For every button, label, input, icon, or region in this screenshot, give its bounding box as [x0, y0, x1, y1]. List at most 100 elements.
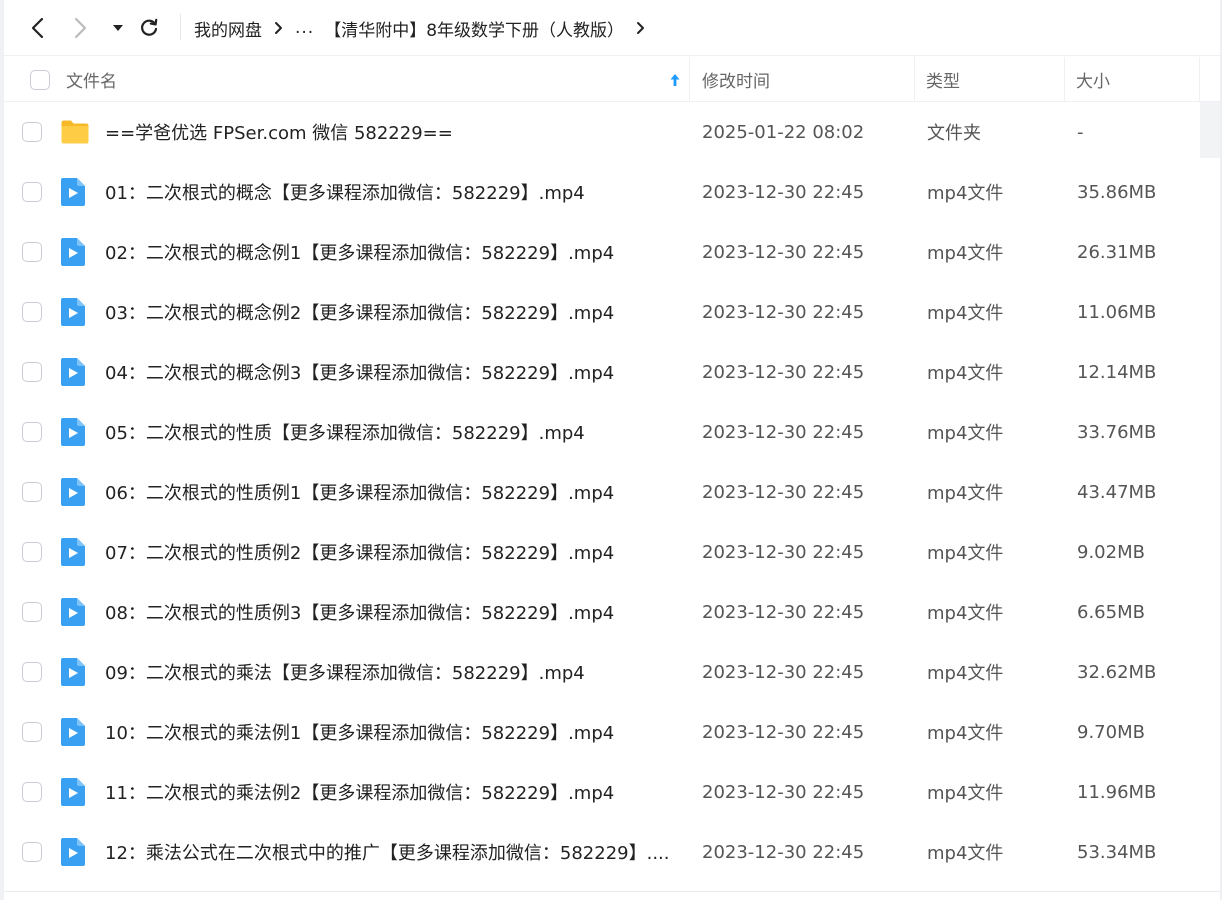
chevron-right-icon: [74, 17, 87, 39]
arrow-up-icon: [670, 73, 680, 86]
column-divider[interactable]: [914, 57, 915, 102]
table-row[interactable]: 03：二次根式的概念例2【更多课程添加微信：582229】.mp4 2023-12…: [4, 282, 1220, 342]
select-all-cell: [30, 57, 50, 102]
file-size: 6.65MB: [1077, 601, 1145, 623]
row-checkbox[interactable]: [22, 242, 42, 262]
file-type: mp4文件: [927, 603, 1004, 624]
file-name[interactable]: 04：二次根式的概念例3【更多课程添加微信：582229】.mp4: [105, 342, 614, 402]
video-file-icon: [60, 162, 90, 222]
file-size: 35.86MB: [1077, 181, 1157, 203]
file-name[interactable]: 06：二次根式的性质例1【更多课程添加微信：582229】.mp4: [105, 462, 614, 522]
row-checkbox-cell: [22, 282, 46, 342]
file-name[interactable]: 10：二次根式的乘法例1【更多课程添加微信：582229】.mp4: [105, 702, 614, 762]
row-checkbox[interactable]: [22, 722, 42, 742]
file-modified-time: 2023-12-30 22:45: [702, 721, 865, 743]
table-row[interactable]: 06：二次根式的性质例1【更多课程添加微信：582229】.mp4 2023-12…: [4, 462, 1220, 522]
file-name[interactable]: 03：二次根式的概念例2【更多课程添加微信：582229】.mp4: [105, 282, 614, 342]
file-modified-time: 2023-12-30 22:45: [702, 541, 865, 563]
row-checkbox[interactable]: [22, 782, 42, 802]
row-checkbox[interactable]: [22, 662, 42, 682]
table-row[interactable]: 10：二次根式的乘法例1【更多课程添加微信：582229】.mp4 2023-12…: [4, 702, 1220, 762]
file-type: mp4文件: [927, 723, 1004, 744]
breadcrumb-ellipsis[interactable]: ...: [295, 18, 314, 38]
file-type: mp4文件: [927, 243, 1004, 264]
row-checkbox-cell: [22, 582, 46, 642]
file-type: mp4文件: [927, 423, 1004, 444]
breadcrumb-root[interactable]: 我的网盘: [194, 16, 262, 41]
row-checkbox[interactable]: [22, 842, 42, 862]
file-modified-time: 2023-12-30 22:45: [702, 481, 865, 503]
table-row[interactable]: 02：二次根式的概念例1【更多课程添加微信：582229】.mp4 2023-12…: [4, 222, 1220, 282]
file-type: mp4文件: [927, 843, 1004, 864]
breadcrumb-separator-icon: [274, 21, 283, 35]
row-checkbox-cell: [22, 702, 46, 762]
file-modified-time: 2023-12-30 22:45: [702, 841, 865, 863]
table-row[interactable]: 04：二次根式的概念例3【更多课程添加微信：582229】.mp4 2023-12…: [4, 342, 1220, 402]
file-name[interactable]: 05：二次根式的性质【更多课程添加微信：582229】.mp4: [105, 402, 585, 462]
row-checkbox[interactable]: [22, 122, 42, 142]
breadcrumb-separator-icon: [636, 21, 645, 35]
row-checkbox[interactable]: [22, 422, 42, 442]
column-header-type[interactable]: 类型: [926, 57, 960, 102]
breadcrumb-current[interactable]: 【清华附中】8年级数学下册（人教版）: [324, 16, 624, 41]
video-file-icon: [60, 762, 90, 822]
table-row[interactable]: 05：二次根式的性质【更多课程添加微信：582229】.mp4 2023-12-3…: [4, 402, 1220, 462]
table-row[interactable]: 08：二次根式的性质例3【更多课程添加微信：582229】.mp4 2023-12…: [4, 582, 1220, 642]
row-checkbox[interactable]: [22, 542, 42, 562]
video-file-icon: [60, 522, 90, 582]
row-checkbox[interactable]: [22, 482, 42, 502]
file-name[interactable]: 01：二次根式的概念【更多课程添加微信：582229】.mp4: [105, 162, 585, 222]
column-header-modified[interactable]: 修改时间: [702, 57, 770, 102]
video-file-icon: [60, 462, 90, 522]
video-file-icon: [60, 222, 90, 282]
column-header-size[interactable]: 大小: [1076, 57, 1110, 102]
file-name[interactable]: 02：二次根式的概念例1【更多课程添加微信：582229】.mp4: [105, 222, 614, 282]
sort-ascending-button[interactable]: [666, 57, 684, 102]
row-checkbox[interactable]: [22, 362, 42, 382]
scrollbar-thumb[interactable]: [1200, 102, 1220, 158]
video-file-icon: [60, 402, 90, 462]
file-name[interactable]: 09：二次根式的乘法【更多课程添加微信：582229】.mp4: [105, 642, 585, 702]
back-button[interactable]: [22, 12, 52, 44]
column-divider[interactable]: [689, 57, 690, 102]
row-checkbox[interactable]: [22, 302, 42, 322]
file-modified-time: 2023-12-30 22:45: [702, 421, 865, 443]
row-checkbox-cell: [22, 222, 46, 282]
file-size: 43.47MB: [1077, 481, 1157, 503]
row-checkbox-cell: [22, 642, 46, 702]
table-row[interactable]: 12：乘法公式在二次根式中的推广【更多课程添加微信：582229】.... 202…: [4, 822, 1220, 882]
column-divider[interactable]: [1199, 57, 1200, 102]
file-modified-time: 2023-12-30 22:45: [702, 241, 865, 263]
video-file-icon: [60, 642, 90, 702]
video-file-icon: [60, 282, 90, 342]
row-checkbox-cell: [22, 162, 46, 222]
file-name[interactable]: 11：二次根式的乘法例2【更多课程添加微信：582229】.mp4: [105, 762, 614, 822]
file-size: -: [1077, 121, 1084, 143]
refresh-button[interactable]: [134, 12, 164, 44]
refresh-icon: [141, 18, 158, 36]
table-row[interactable]: 09：二次根式的乘法【更多课程添加微信：582229】.mp4 2023-12-3…: [4, 642, 1220, 702]
file-size: 11.96MB: [1077, 781, 1157, 803]
table-row[interactable]: 07：二次根式的性质例2【更多课程添加微信：582229】.mp4 2023-12…: [4, 522, 1220, 582]
file-name[interactable]: 08：二次根式的性质例3【更多课程添加微信：582229】.mp4: [105, 582, 614, 642]
file-name[interactable]: ==学爸优选 FPSer.com 微信 582229==: [105, 102, 453, 162]
file-type: mp4文件: [927, 183, 1004, 204]
history-dropdown-button[interactable]: [104, 12, 132, 44]
row-checkbox[interactable]: [22, 602, 42, 622]
video-file-icon: [60, 822, 90, 882]
table-row[interactable]: 01：二次根式的概念【更多课程添加微信：582229】.mp4 2023-12-3…: [4, 162, 1220, 222]
table-row[interactable]: 11：二次根式的乘法例2【更多课程添加微信：582229】.mp4 2023-12…: [4, 762, 1220, 822]
row-checkbox-cell: [22, 522, 46, 582]
file-type: mp4文件: [927, 363, 1004, 384]
navigation-bar: 我的网盘 ... 【清华附中】8年级数学下册（人教版）: [4, 0, 1220, 56]
file-name[interactable]: 12：乘法公式在二次根式中的推广【更多课程添加微信：582229】....: [105, 822, 670, 882]
forward-button[interactable]: [66, 12, 96, 44]
column-header-name[interactable]: 文件名: [66, 57, 117, 102]
table-row[interactable]: ==学爸优选 FPSer.com 微信 582229== 2025-01-22 0…: [4, 102, 1220, 162]
file-name[interactable]: 07：二次根式的性质例2【更多课程添加微信：582229】.mp4: [105, 522, 614, 582]
column-divider[interactable]: [1064, 57, 1065, 102]
row-checkbox[interactable]: [22, 182, 42, 202]
select-all-checkbox[interactable]: [30, 69, 50, 90]
chevron-left-icon: [31, 17, 44, 39]
file-table-header: 文件名 修改时间 类型 大小: [4, 57, 1220, 102]
